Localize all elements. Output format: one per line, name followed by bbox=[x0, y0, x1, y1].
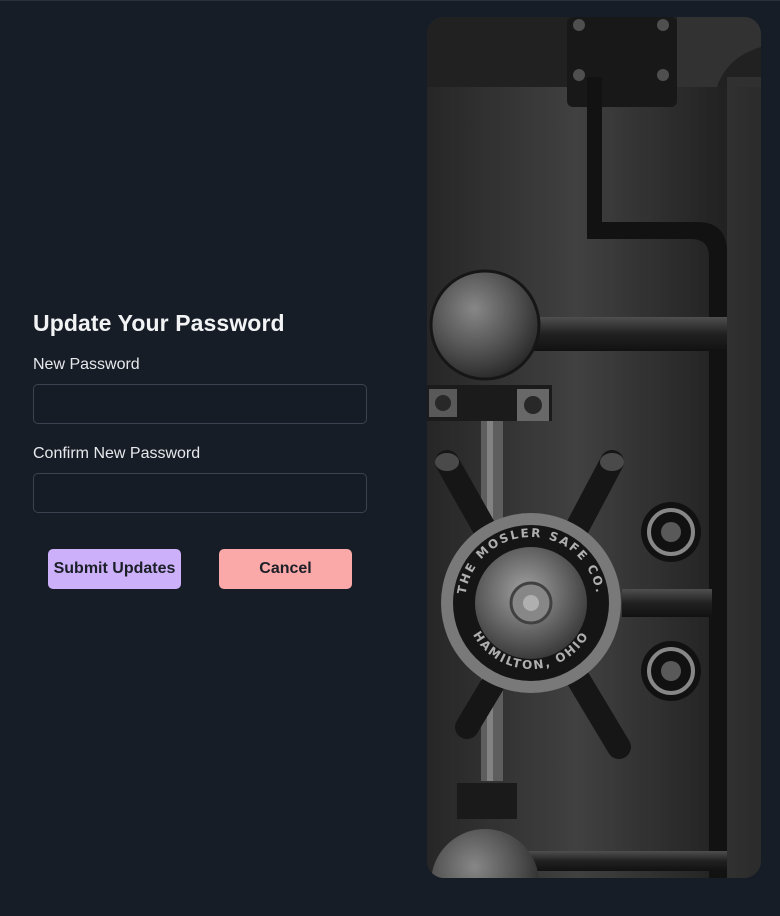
confirm-password-input[interactable] bbox=[33, 473, 367, 513]
submit-updates-button[interactable]: Submit Updates bbox=[48, 549, 181, 589]
new-password-label: New Password bbox=[33, 356, 140, 373]
vault-door-image: THE MOSLER SAFE CO. HAMILTON, OHIO bbox=[427, 17, 761, 878]
form-actions: Submit Updates Cancel bbox=[33, 549, 367, 589]
cancel-button[interactable]: Cancel bbox=[219, 549, 352, 589]
new-password-input[interactable] bbox=[33, 384, 367, 424]
password-form: Update Your Password New Password Confir… bbox=[33, 309, 367, 513]
confirm-password-label: Confirm New Password bbox=[33, 445, 201, 462]
page-title: Update Your Password bbox=[33, 310, 285, 336]
update-password-page: Update Your Password New Password Confir… bbox=[0, 0, 780, 916]
